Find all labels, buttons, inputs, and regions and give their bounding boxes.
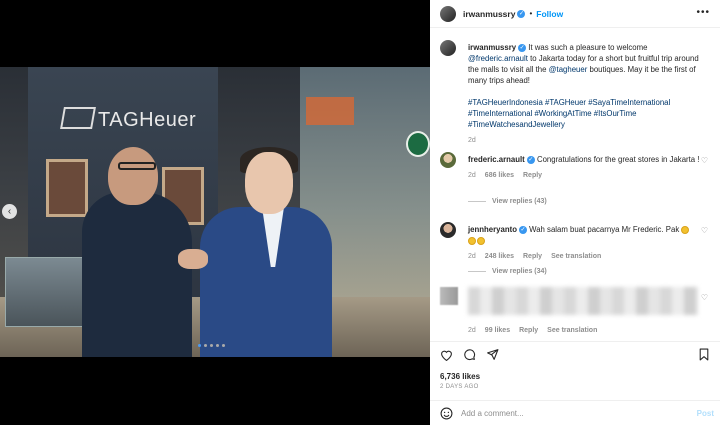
store-sign: TAGHeuer (98, 109, 197, 131)
view-replies[interactable]: View replies (43) (468, 198, 547, 205)
post-panel: irwanmussry ✓ • Follow ••• irwanmussry ✓ … (430, 0, 720, 425)
see-translation-link[interactable]: See translation (551, 251, 601, 262)
emoji-icon (468, 236, 476, 245)
carousel-dot (204, 344, 207, 347)
view-replies-label[interactable]: View replies (43) (492, 198, 547, 205)
carousel-dots (198, 344, 225, 347)
comment-body: jennheryanto ✓ Wah salam buat pacarnya Mr… (468, 224, 708, 262)
likes-count[interactable]: 6,736 likes (440, 372, 480, 381)
heart-icon[interactable] (440, 348, 453, 361)
comment-likes[interactable]: 248 likes (485, 251, 514, 262)
mention-link[interactable]: @frederic.arnault (468, 54, 528, 63)
post-button[interactable]: Post (697, 409, 714, 418)
carousel-dot (222, 344, 225, 347)
comment-likes[interactable]: 99 likes (485, 325, 510, 336)
comment-username[interactable]: jennheryanto (468, 225, 517, 234)
avatar-blurred (440, 287, 458, 305)
comment-likes[interactable]: 686 likes (485, 170, 514, 181)
media-pane: TAGHeuer ‹ (0, 0, 430, 425)
carousel-dot (210, 344, 213, 347)
carousel-dot (216, 344, 219, 347)
avatar[interactable] (440, 40, 456, 56)
comment-meta: 2d 686 likes Reply (468, 170, 708, 181)
heart-icon[interactable]: ♡ (701, 156, 708, 165)
reply-button[interactable]: Reply (523, 170, 542, 181)
post-username[interactable]: irwanmussry (463, 9, 515, 19)
mention-link[interactable]: @tagheuer (549, 65, 588, 74)
add-comment-bar: Post (430, 400, 720, 425)
post-actions: 6,736 likes 2 DAYS AGO Post (430, 341, 720, 425)
comment-body: frederic.arnault ✓ Congratulations for th… (468, 154, 708, 181)
verified-icon: ✓ (518, 43, 527, 52)
post-photo[interactable]: TAGHeuer (0, 67, 430, 357)
comment-time[interactable]: 2d (468, 170, 476, 181)
person-right-head (245, 152, 293, 214)
chevron-left-icon[interactable]: ‹ (2, 204, 17, 219)
comment-icon[interactable] (463, 348, 476, 361)
caption-time[interactable]: 2d (468, 135, 476, 146)
caption-body: irwanmussry ✓ It was such a pleasure to w… (468, 42, 708, 146)
caption-meta: 2d (468, 135, 708, 146)
heart-icon[interactable]: ♡ (701, 293, 708, 302)
emoji-icon (477, 236, 485, 245)
action-icons (440, 348, 499, 361)
starbucks-logo (406, 131, 430, 157)
divider (468, 201, 486, 202)
comment-meta: 2d 248 likes Reply See translation (468, 251, 708, 262)
avatar[interactable] (440, 152, 456, 168)
share-icon[interactable] (486, 348, 499, 361)
emoji-icon[interactable] (440, 407, 453, 420)
comment-time[interactable]: 2d (468, 325, 476, 336)
post-time: 2 DAYS AGO (440, 384, 479, 390)
view-replies-label[interactable]: View replies (34) (492, 268, 547, 275)
comment-text: Congratulations for the great stores in … (536, 155, 700, 164)
comment-body: 2d 99 likes Reply See translation (468, 325, 708, 336)
person-left-head (108, 147, 158, 205)
caption-hashtags[interactable]: #TAGHeuerIndonesia #TAGHeuer #SayaTimeIn… (468, 97, 708, 130)
emoji-icon (681, 225, 690, 234)
comment-meta: 2d 99 likes Reply See translation (468, 325, 708, 336)
comment-input[interactable] (461, 409, 661, 418)
verified-icon: ✓ (518, 225, 527, 234)
comment-time[interactable]: 2d (468, 251, 476, 262)
carousel-dot (198, 344, 201, 347)
bookmark-icon[interactable] (697, 348, 710, 361)
more-options-icon[interactable]: ••• (696, 7, 710, 18)
reply-button[interactable]: Reply (519, 325, 538, 336)
verified-icon: ✓ (526, 155, 535, 164)
display-case (46, 159, 88, 217)
comments-list[interactable]: irwanmussry ✓ It was such a pleasure to w… (430, 36, 720, 341)
handshake (178, 249, 208, 269)
reply-button[interactable]: Reply (523, 251, 542, 262)
see-translation-link[interactable]: See translation (547, 325, 597, 336)
avatar[interactable] (440, 5, 456, 22)
divider (468, 271, 486, 272)
person-left (82, 192, 192, 357)
view-replies[interactable]: View replies (34) (468, 268, 547, 275)
comment-text: Wah salam buat pacarnya Mr Frederic. Pak (529, 225, 680, 234)
comment-text-blurred (468, 287, 698, 315)
avatar[interactable] (440, 222, 456, 238)
heart-icon[interactable]: ♡ (701, 226, 708, 235)
store-sign-orange (306, 97, 354, 125)
post-header: irwanmussry ✓ • Follow ••• (430, 0, 720, 28)
verified-icon: ✓ (517, 9, 526, 18)
separator: • (529, 9, 533, 18)
caption-username[interactable]: irwanmussry (468, 43, 516, 52)
follow-button[interactable]: Follow (536, 9, 563, 19)
comment-username[interactable]: frederic.arnault (468, 155, 525, 164)
caption-text: It was such a pleasure to welcome (526, 43, 648, 52)
glasses (118, 162, 156, 170)
